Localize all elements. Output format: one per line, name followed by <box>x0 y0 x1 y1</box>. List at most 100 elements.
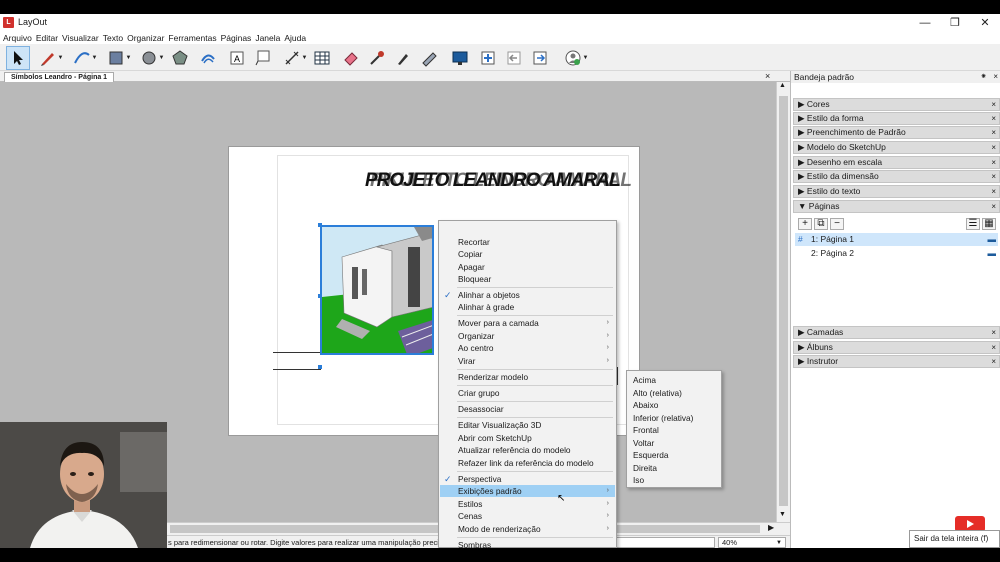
submenu-item[interactable]: Alto (relativa) <box>633 387 682 399</box>
panel-cores[interactable]: ▶ Cores × <box>793 98 1000 111</box>
panel-estilo-dimensao[interactable]: ▶ Estilo da dimensão × <box>793 170 1000 183</box>
next-page-button[interactable] <box>530 46 550 70</box>
context-menu-item[interactable]: Recortar <box>440 236 615 248</box>
add-page-icon[interactable]: + <box>798 218 812 230</box>
context-menu-item[interactable]: Virar › <box>440 355 615 367</box>
submenu-item[interactable]: Voltar <box>633 437 654 449</box>
close-icon[interactable]: × <box>991 113 996 124</box>
sketchup-model-viewport[interactable] <box>320 225 434 355</box>
panel-modelo-sketchup[interactable]: ▶ Modelo do SketchUp × <box>793 141 1000 154</box>
scroll-thumb[interactable] <box>779 96 788 506</box>
submenu-item[interactable]: Abaixo <box>633 399 658 411</box>
arc-tool-button[interactable]: ▼ <box>70 46 100 70</box>
context-menu-item[interactable]: Renderizar modelo <box>440 371 615 383</box>
panel-paginas[interactable]: ▼ Páginas × <box>793 200 1000 213</box>
context-menu-item[interactable]: Organizar › <box>440 330 615 342</box>
close-icon[interactable]: × <box>991 356 996 367</box>
context-menu-item[interactable]: ✓ Perspectiva <box>440 473 615 485</box>
polygon-tool-button[interactable] <box>170 46 190 70</box>
pin-icon[interactable]: ⁕ <box>980 71 987 83</box>
context-menu-item[interactable]: Apagar <box>440 261 615 273</box>
context-menu-item[interactable]: Editar Visualização 3D <box>440 419 615 431</box>
add-page-button[interactable] <box>478 46 498 70</box>
scroll-down-icon[interactable]: ▼ <box>779 511 786 518</box>
document-tab[interactable]: Símbolos Leandro - Página 1 <box>4 72 115 82</box>
line-shape[interactable] <box>273 369 321 370</box>
submenu-item[interactable]: Esquerda <box>633 449 669 461</box>
submenu-item[interactable]: Frontal <box>633 424 659 436</box>
panel-camadas[interactable]: ▶ Camadas × <box>793 326 1000 339</box>
submenu-item[interactable]: Inferior (relativa) <box>633 412 693 424</box>
menu-paginas[interactable]: Páginas <box>221 32 252 44</box>
panel-instrutor[interactable]: ▶ Instrutor × <box>793 355 1000 368</box>
close-tab-icon[interactable]: × <box>765 71 770 81</box>
panel-estilo-forma[interactable]: ▶ Estilo da forma × <box>793 112 1000 125</box>
context-menu-item[interactable]: Desassociar <box>440 403 615 415</box>
close-icon[interactable]: × <box>991 342 996 353</box>
title-text[interactable]: PROJETO LEANDRO AMARAL <box>365 170 621 192</box>
circle-tool-button[interactable]: ▼ <box>137 46 167 70</box>
text-tool-button[interactable]: A <box>228 46 246 70</box>
context-menu-item[interactable]: Ao centro › <box>440 342 615 354</box>
menu-visualizar[interactable]: Visualizar <box>62 32 99 44</box>
rectangle-tool-button[interactable]: ▼ <box>104 46 134 70</box>
scroll-right-icon[interactable]: ▶ <box>768 523 774 532</box>
remove-page-icon[interactable]: − <box>830 218 844 230</box>
line-shape[interactable] <box>273 352 321 353</box>
close-icon[interactable]: × <box>991 201 996 212</box>
close-icon[interactable]: × <box>991 99 996 110</box>
context-menu-item[interactable]: Cenas › <box>440 510 615 522</box>
context-menu-item[interactable]: Criar grupo <box>440 387 615 399</box>
list-view-icon[interactable]: ☰ <box>966 218 980 230</box>
menu-editar[interactable]: Editar <box>36 32 58 44</box>
select-tool-button[interactable] <box>6 46 30 70</box>
context-menu-item[interactable]: Atualizar referência do modelo <box>440 444 615 456</box>
context-menu-item[interactable]: ✓ Alinhar a objetos <box>440 289 615 301</box>
close-icon[interactable]: × <box>991 186 996 197</box>
offset-tool-button[interactable] <box>198 46 218 70</box>
menu-arquivo[interactable]: Arquivo <box>3 32 32 44</box>
context-menu-item[interactable]: Alinhar à grade <box>440 301 615 313</box>
page-item[interactable]: 2: Página 2 ▬ <box>795 247 998 260</box>
selection-handle[interactable] <box>318 294 322 298</box>
close-icon[interactable]: × <box>991 327 996 338</box>
submenu-item[interactable]: Iso <box>633 474 644 486</box>
maximize-button[interactable]: ❐ <box>940 14 970 32</box>
selection-handle[interactable] <box>318 365 322 369</box>
menu-janela[interactable]: Janela <box>255 32 280 44</box>
vertical-scrollbar[interactable]: ▲ ▼ <box>776 82 790 522</box>
context-menu-item[interactable]: Sombras <box>440 539 615 548</box>
page-item[interactable]: # 1: Página 1 ▬ <box>795 233 998 246</box>
present-tool-button[interactable] <box>450 46 470 70</box>
zoom-select[interactable]: 40% ▼ <box>718 537 786 548</box>
account-button[interactable]: ▼ <box>556 46 596 70</box>
context-menu-item[interactable]: Refazer link da referência do modelo <box>440 457 615 469</box>
close-icon[interactable]: × <box>991 127 996 138</box>
context-menu-item[interactable]: Estilos › <box>440 498 615 510</box>
close-icon[interactable]: × <box>991 157 996 168</box>
previous-page-button[interactable] <box>504 46 524 70</box>
submenu-item[interactable]: Acima <box>633 374 656 386</box>
menu-ajuda[interactable]: Ajuda <box>284 32 306 44</box>
context-menu-item[interactable]: Modo de renderização › <box>440 523 615 535</box>
context-menu-item[interactable]: Copiar <box>440 248 615 260</box>
style-tool-button[interactable] <box>368 46 386 70</box>
duplicate-page-icon[interactable]: ⧉ <box>814 218 828 230</box>
minimize-button[interactable]: — <box>910 14 940 32</box>
eraser-tool-button[interactable] <box>342 46 360 70</box>
table-tool-button[interactable] <box>313 46 331 70</box>
close-icon[interactable]: × <box>991 171 996 182</box>
split-tool-button[interactable] <box>394 46 412 70</box>
context-menu-item[interactable]: Bloquear <box>440 273 615 285</box>
menu-ferramentas[interactable]: Ferramentas <box>168 32 216 44</box>
scroll-up-icon[interactable]: ▲ <box>779 82 786 89</box>
grid-view-icon[interactable]: ▦ <box>982 218 996 230</box>
dimension-tool-button[interactable]: ▼ <box>280 46 310 70</box>
submenu-item[interactable]: Direita <box>633 462 657 474</box>
join-tool-button[interactable] <box>420 46 438 70</box>
close-icon[interactable]: × <box>991 142 996 153</box>
pencil-tool-button[interactable]: ▼ <box>36 46 66 70</box>
selection-handle[interactable] <box>318 223 322 227</box>
menu-organizar[interactable]: Organizar <box>127 32 164 44</box>
menu-texto[interactable]: Texto <box>103 32 123 44</box>
